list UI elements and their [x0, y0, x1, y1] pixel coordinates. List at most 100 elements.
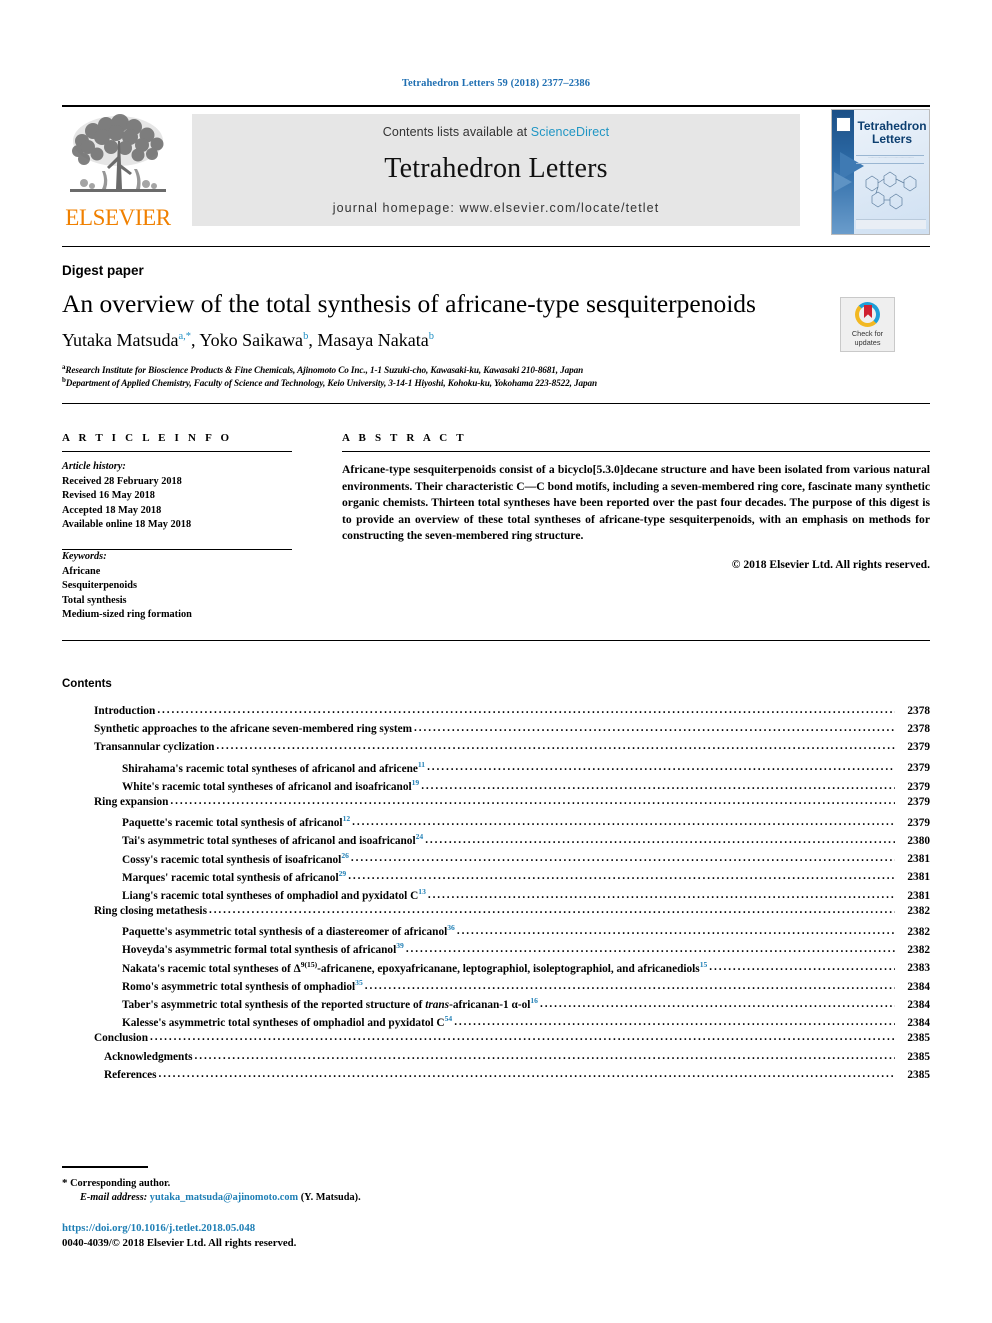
- toc-entry-label: References: [104, 1068, 157, 1081]
- toc-entry-reference[interactable]: 35: [355, 978, 363, 987]
- toc-leader-dots: ........................................…: [352, 816, 895, 828]
- toc-entry[interactable]: Synthetic approaches to the africane sev…: [94, 723, 930, 742]
- toc-entry-label: Introduction: [94, 705, 156, 717]
- toc-entry-reference[interactable]: 13: [418, 887, 426, 896]
- toc-entry[interactable]: Marques' racemic total synthesis of afri…: [94, 868, 930, 888]
- crossmark-badge[interactable]: Check for updates: [840, 297, 895, 352]
- toc-leader-dots: ........................................…: [364, 980, 895, 992]
- toc-entry[interactable]: Hoveyda's asymmetric formal total synthe…: [94, 942, 930, 960]
- toc-entry-label: Transannular cyclization: [94, 741, 215, 754]
- toc-entry[interactable]: Taber's asymmetric total synthesis of th…: [94, 997, 930, 1015]
- keyword-item-1: Africane: [62, 565, 101, 577]
- toc-leader-dots: ........................................…: [454, 1016, 895, 1028]
- toc-entry[interactable]: Shirahama's racemic total syntheses of a…: [94, 759, 930, 779]
- toc-entry-page: 2382: [907, 905, 930, 918]
- cover-title: Tetrahedron Letters: [856, 120, 928, 145]
- toc-entry[interactable]: Paquette's racemic total synthesis of af…: [94, 815, 930, 833]
- doi-link[interactable]: https://doi.org/10.1016/j.tetlet.2018.05…: [62, 1222, 255, 1234]
- toc-entry-label: Marques' racemic total synthesis of afri…: [122, 868, 347, 884]
- author-3-name: Masaya Nakata: [317, 330, 429, 350]
- toc-entry[interactable]: White's racemic total syntheses of afric…: [94, 777, 930, 797]
- toc-entry-page: 2378: [907, 705, 930, 717]
- article-history-label: Article history:: [62, 461, 126, 472]
- elsevier-logo: ELSEVIER: [62, 111, 174, 229]
- toc-entry-reference[interactable]: 12: [343, 814, 351, 823]
- toc-leader-dots: ........................................…: [709, 962, 895, 974]
- abstract-text: Africane-type sesquiterpenoids consist o…: [342, 463, 930, 543]
- masthead-center-band: Contents lists available at ScienceDirec…: [192, 114, 800, 226]
- author-3-marks[interactable]: b: [429, 331, 434, 342]
- toc-entry-label: Kalesse's asymmetric total syntheses of …: [122, 1014, 453, 1029]
- toc-entry[interactable]: Introduction............................…: [94, 705, 930, 724]
- toc-entry-page: 2379: [907, 762, 930, 775]
- toc-entry-reference[interactable]: 36: [447, 923, 455, 932]
- sciencedirect-link[interactable]: ScienceDirect: [531, 125, 609, 139]
- toc-entry[interactable]: Transannular cyclization................…: [94, 741, 930, 760]
- toc-entry-page: 2384: [907, 1016, 930, 1029]
- toc-entry[interactable]: Acknowledgments.........................…: [94, 1050, 930, 1070]
- email-suffix: (Y. Matsuda).: [300, 1192, 361, 1203]
- history-item-revised: Revised 16 May 2018: [62, 490, 155, 502]
- abstract-copyright: © 2018 Elsevier Ltd. All rights reserved…: [731, 557, 930, 571]
- toc-entry[interactable]: Romo's asymmetric total synthesis of omp…: [94, 979, 930, 997]
- email-link[interactable]: yutaka_matsuda@ajinomoto.com: [150, 1192, 298, 1203]
- toc-entry-label: Paquette's asymmetric total synthesis of…: [122, 923, 455, 939]
- page-title: An overview of the total synthesis of af…: [62, 289, 756, 318]
- toc-entry[interactable]: Kalesse's asymmetric total syntheses of …: [94, 1015, 930, 1033]
- toc-entry-label: Shirahama's racemic total syntheses of a…: [122, 759, 426, 775]
- toc-leader-dots: ........................................…: [427, 889, 895, 901]
- table-of-contents: Introduction............................…: [94, 705, 930, 1088]
- toc-entry-label: Conclusion: [94, 1032, 148, 1045]
- cover-footer-band: [856, 219, 926, 229]
- toc-entry-reference[interactable]: 29: [339, 869, 347, 878]
- toc-leader-dots: ........................................…: [405, 944, 895, 956]
- author-1-marks[interactable]: a,*: [178, 331, 191, 342]
- toc-entry-reference[interactable]: 24: [416, 832, 424, 841]
- affiliation-a: aResearch Institute for Bioscience Produ…: [62, 363, 942, 375]
- toc-entry[interactable]: Nakata's racemic total syntheses of Δ9(1…: [94, 960, 930, 979]
- toc-entry-reference[interactable]: 39: [396, 941, 404, 950]
- article-info-heading: A R T I C L E I N F O: [62, 432, 233, 444]
- toc-entry-reference[interactable]: 11: [418, 760, 425, 769]
- corresponding-star: *: [62, 1177, 68, 1189]
- masthead-top-rule: [62, 105, 930, 107]
- toc-entry[interactable]: Liang's racemic total syntheses of ompha…: [94, 888, 930, 906]
- toc-leader-dots: ........................................…: [427, 762, 895, 774]
- cover-qr-icon: [836, 117, 851, 132]
- history-item-online: Available online 18 May 2018: [62, 519, 192, 531]
- toc-entry-reference[interactable]: 19: [412, 778, 420, 787]
- toc-entry-label: Ring expansion: [94, 795, 169, 808]
- crossmark-label-line2: updates: [854, 338, 881, 348]
- journal-article-first-page: Tetrahedron Letters 59 (2018) 2377–2386: [0, 0, 992, 1323]
- toc-entry[interactable]: Ring closing metathesis.................…: [94, 905, 930, 924]
- toc-entry-reference[interactable]: 16: [530, 996, 538, 1005]
- toc-entry-label: Liang's racemic total syntheses of ompha…: [122, 886, 426, 902]
- toc-entry[interactable]: Tai's asymmetric total syntheses of afri…: [94, 833, 930, 851]
- abstract-panel: A B S T R A C T Africane-type sesquiterp…: [342, 432, 930, 571]
- journal-title: Tetrahedron Letters: [384, 153, 608, 184]
- running-head: Tetrahedron Letters 59 (2018) 2377–2386: [401, 78, 591, 89]
- author-list: Yutaka Matsudaa,*, Yoko Saikawab, Masaya…: [62, 330, 822, 351]
- toc-entry-label: White's racemic total syntheses of afric…: [122, 777, 420, 793]
- article-category: Digest paper: [62, 263, 144, 278]
- toc-entry-label: Romo's asymmetric total synthesis of omp…: [122, 977, 363, 993]
- author-3: Masaya Nakatab: [317, 330, 434, 350]
- toc-entry-reference[interactable]: 15: [700, 960, 708, 969]
- toc-entry[interactable]: References..............................…: [94, 1068, 930, 1088]
- keyword-item-4: Medium-sized ring formation: [62, 609, 192, 621]
- cover-title-line2: Letters: [871, 131, 912, 146]
- toc-entry-reference[interactable]: 54: [445, 1014, 453, 1023]
- issn-copyright-line: 0040-4039/© 2018 Elsevier Ltd. All right…: [62, 1237, 297, 1249]
- toc-entry-page: 2379: [907, 780, 930, 793]
- toc-entry[interactable]: Conclusion..............................…: [94, 1032, 930, 1051]
- toc-leader-dots: ........................................…: [348, 871, 895, 883]
- keywords-block: Keywords: Africane Sesquiterpenoids Tota…: [62, 550, 292, 623]
- toc-entry[interactable]: Paquette's asymmetric total synthesis of…: [94, 924, 930, 942]
- toc-entry-label: Ring closing metathesis: [94, 905, 207, 918]
- journal-homepage-link[interactable]: journal homepage: www.elsevier.com/locat…: [192, 201, 800, 215]
- toc-entry-label: Acknowledgments: [104, 1050, 193, 1063]
- toc-entry[interactable]: Cossy's racemic total synthesis of isoaf…: [94, 851, 930, 870]
- toc-entry-page: 2378: [907, 723, 930, 736]
- toc-entry[interactable]: Ring expansion..........................…: [94, 795, 930, 815]
- toc-entry-reference[interactable]: 26: [341, 851, 349, 860]
